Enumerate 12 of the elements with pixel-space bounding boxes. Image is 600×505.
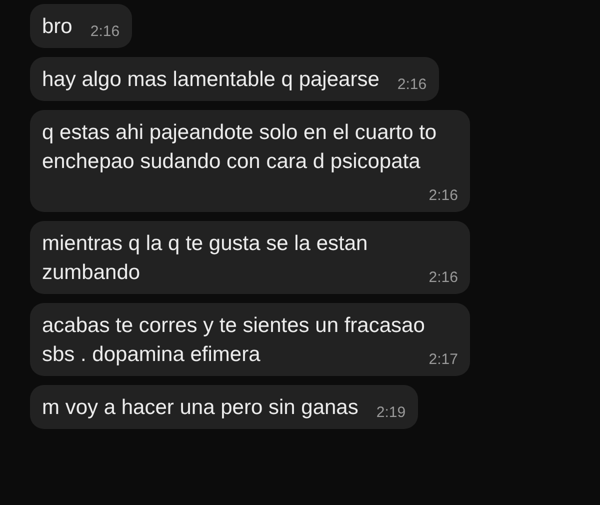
message-time: 2:16 xyxy=(397,75,427,95)
message-text: m voy a hacer una pero sin ganas xyxy=(42,396,358,419)
message-time: 2:16 xyxy=(428,186,458,206)
message-time: 2:16 xyxy=(90,22,120,42)
message-time: 2:17 xyxy=(428,350,458,370)
message-text: acabas te corres y te sientes un fracasao sbs . dopamina efimera xyxy=(42,314,425,366)
message-text: hay algo mas lamentable q pajearse xyxy=(42,68,380,91)
message-text: q estas ahi pajeandote solo en el cuarto to enchepao sudando con cara d psicopata xyxy=(42,121,437,173)
message-time: 2:16 xyxy=(428,268,458,288)
message-text: bro xyxy=(42,15,72,38)
message-time: 2:19 xyxy=(376,403,406,423)
message-text: mientras q la q te gusta se la estan zumbando xyxy=(42,232,368,284)
